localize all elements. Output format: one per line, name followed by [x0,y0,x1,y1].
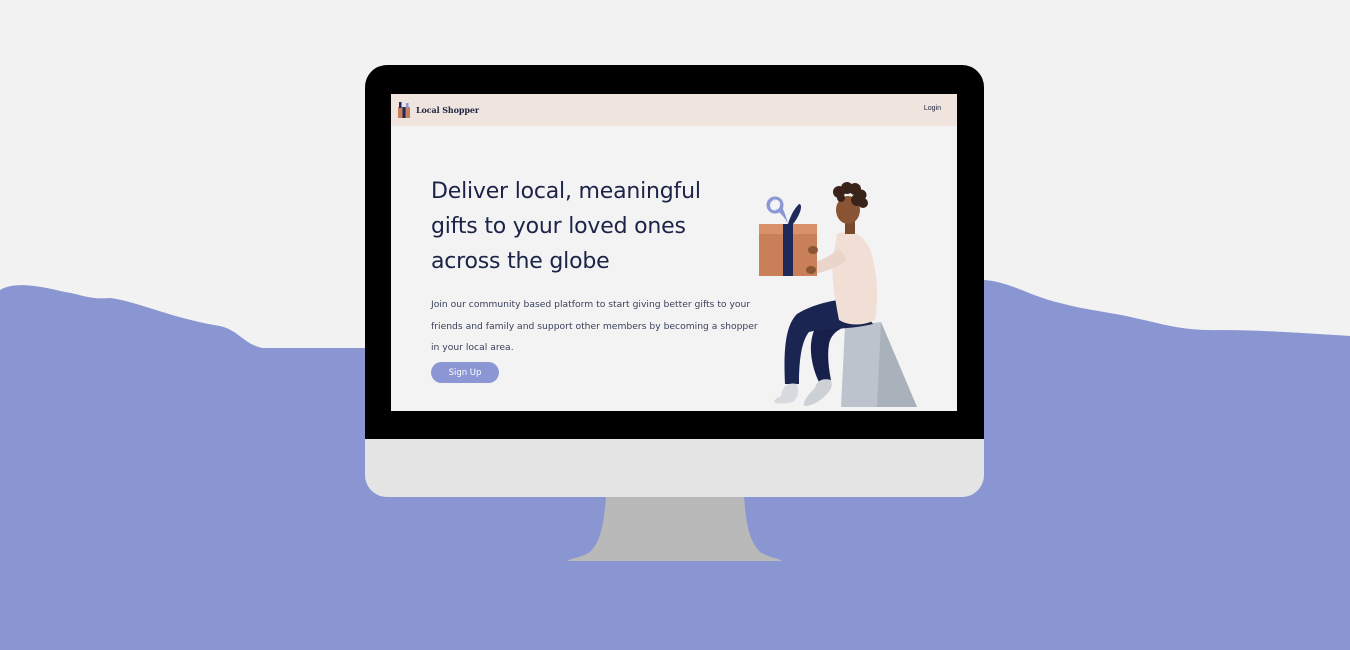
site-navbar: Local Shopper Login [391,94,957,126]
stool [841,322,917,407]
login-link[interactable]: Login [924,105,941,112]
gift-logo-icon [398,102,410,118]
gift-box [759,196,817,276]
monitor-chin [365,439,984,497]
person-holding-gift-illustration [759,182,917,407]
brand-link[interactable]: Local Shopper [397,101,479,118]
scene: Local Shopper Login Deliver local, meani… [0,0,1350,650]
hero-description: Join our community based platform to sta… [431,299,758,353]
hero-headline: Deliver local, meaningful gifts to your … [431,179,701,274]
brand-name: Local Shopper [416,104,479,115]
website-screen: Local Shopper Login Deliver local, meani… [391,94,957,411]
signup-button[interactable]: Sign Up [431,362,499,383]
